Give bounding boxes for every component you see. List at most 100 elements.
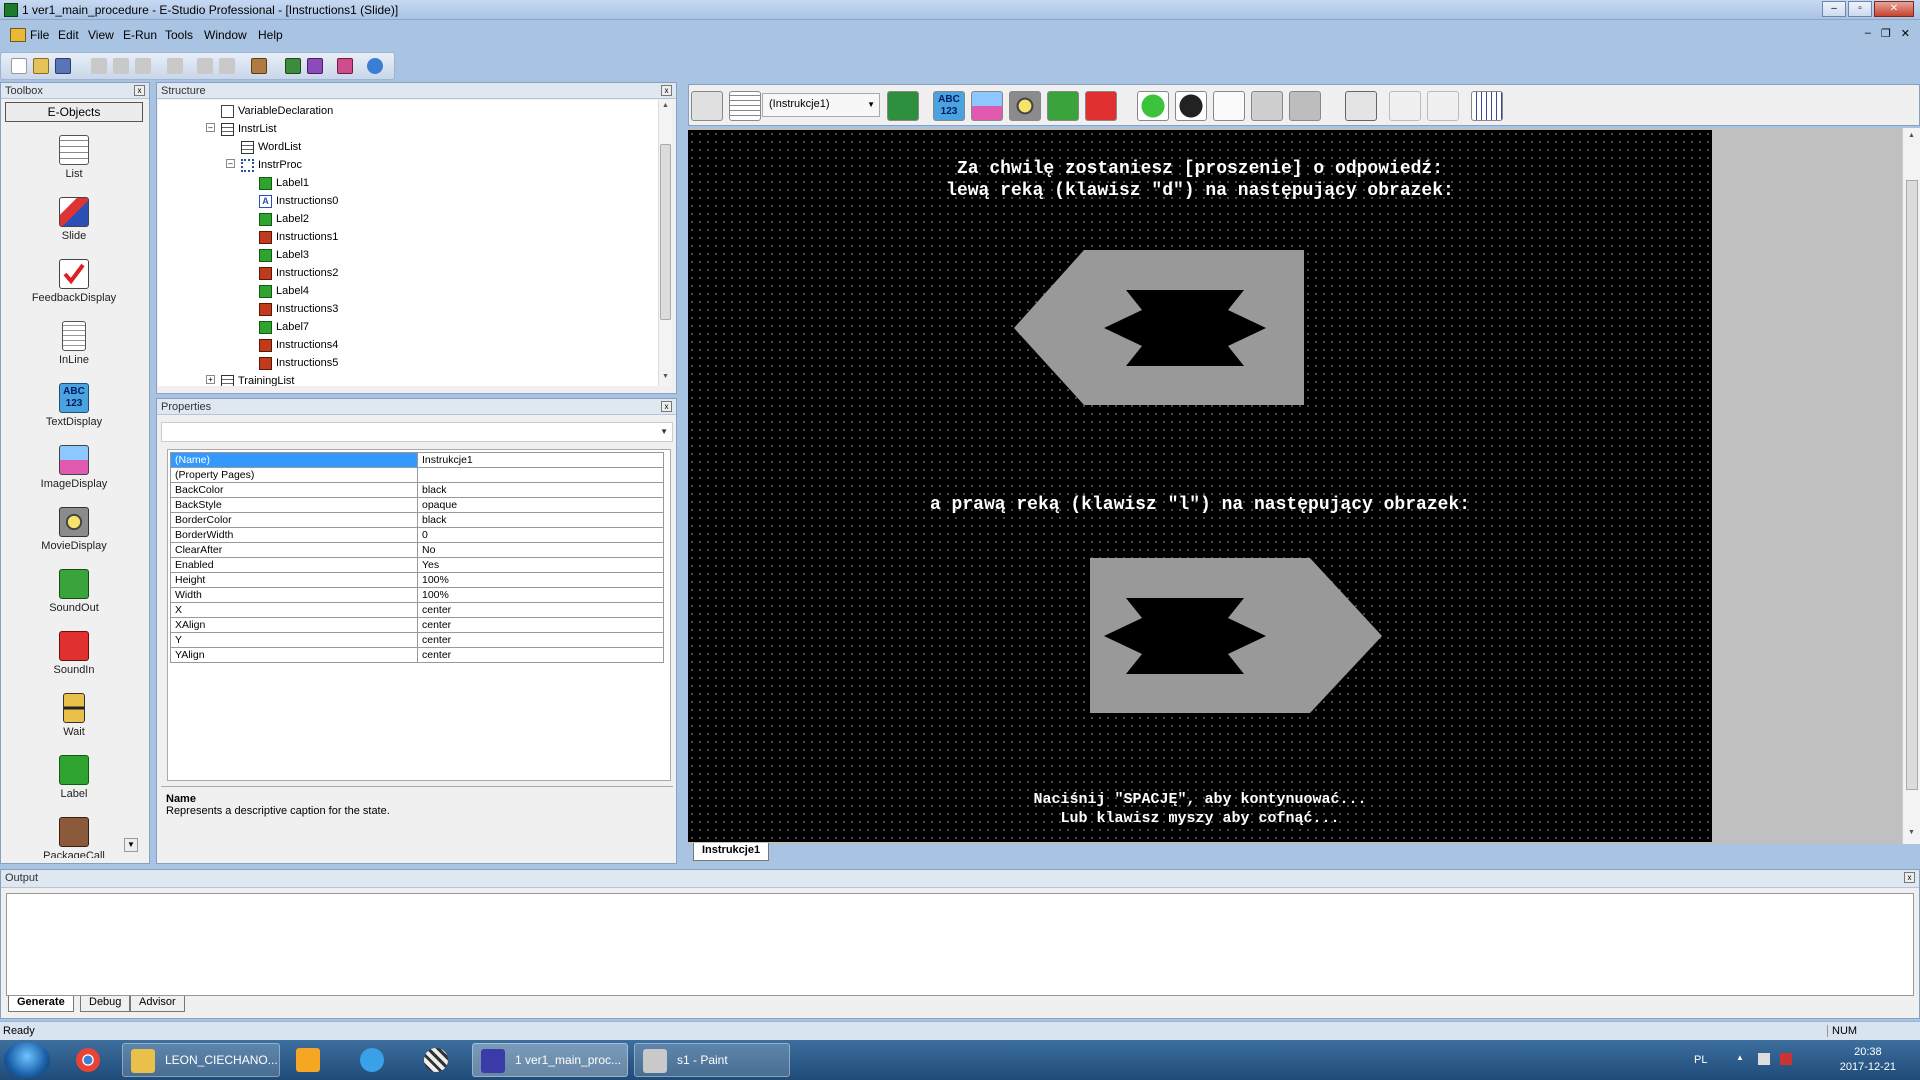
property-value[interactable]: black: [417, 512, 664, 528]
document-icon[interactable]: [10, 28, 26, 42]
image-icon[interactable]: [971, 91, 1003, 121]
scroll-thumb[interactable]: [1906, 180, 1918, 790]
property-row[interactable]: (Name) Instrukcje1: [170, 452, 664, 468]
toolbox-item-soundin[interactable]: SoundIn: [0, 631, 148, 676]
property-row[interactable]: XAlign center: [170, 617, 664, 633]
state-grid-icon[interactable]: [729, 91, 761, 121]
new-icon[interactable]: [11, 58, 27, 74]
app-taskbar-button[interactable]: [416, 1043, 460, 1077]
toolbox-close-icon[interactable]: x: [134, 85, 145, 96]
generate-icon[interactable]: [285, 58, 301, 74]
text-display-icon[interactable]: ABC 123: [933, 91, 965, 121]
sub-object-icon[interactable]: [887, 91, 919, 121]
object-select[interactable]: ▼: [161, 422, 673, 442]
menu-file[interactable]: File: [30, 28, 49, 42]
property-value[interactable]: Instrukcje1: [417, 452, 664, 468]
toolbox-item-soundout[interactable]: SoundOut: [0, 569, 148, 614]
delete-icon[interactable]: [167, 58, 183, 74]
property-value[interactable]: 0: [417, 527, 664, 543]
send-back-icon[interactable]: [1289, 91, 1321, 121]
slide-properties-icon[interactable]: [691, 91, 723, 121]
grid-icon[interactable]: [1471, 91, 1503, 121]
info-icon[interactable]: [367, 58, 383, 74]
menu-tools[interactable]: Tools: [165, 28, 193, 42]
slide-canvas[interactable]: Za chwilę zostaniesz [proszenie] o odpow…: [688, 130, 1712, 842]
run-icon[interactable]: [337, 58, 353, 74]
menu-view[interactable]: View: [88, 28, 114, 42]
taskbar-folder-leon[interactable]: LEON_CIECHANO...: [122, 1043, 280, 1077]
toolbox-item-list[interactable]: List: [0, 135, 148, 180]
tab-instrukcje1[interactable]: Instrukcje1: [693, 843, 770, 861]
expand-toggle[interactable]: +: [206, 375, 215, 384]
property-value[interactable]: center: [417, 632, 664, 648]
toolbox-item-inline[interactable]: InLine: [0, 321, 148, 366]
property-value[interactable]: 100%: [417, 587, 664, 603]
tree-item[interactable]: VariableDeclaration: [221, 103, 333, 119]
chevron-up-icon[interactable]: ▲: [1736, 1053, 1748, 1065]
toolbox-category[interactable]: E-Objects: [5, 102, 143, 122]
properties-icon[interactable]: [251, 58, 267, 74]
property-value[interactable]: [417, 467, 664, 483]
toolbox-item-moviedisplay[interactable]: MovieDisplay: [0, 507, 148, 552]
output-close-icon[interactable]: x: [1904, 872, 1915, 883]
property-value[interactable]: Yes: [417, 557, 664, 573]
tree-item[interactable]: TrainingList: [221, 373, 294, 386]
property-value[interactable]: center: [417, 617, 664, 633]
windows-start-icon[interactable]: [4, 1042, 50, 1078]
property-row[interactable]: ClearAfter No: [170, 542, 664, 558]
tab-generate[interactable]: Generate: [8, 996, 74, 1012]
tree-item[interactable]: Label4: [259, 283, 309, 299]
property-value[interactable]: 100%: [417, 572, 664, 588]
property-row[interactable]: Enabled Yes: [170, 557, 664, 573]
cut-icon[interactable]: [91, 58, 107, 74]
tree-item[interactable]: WordList: [241, 139, 301, 155]
property-row[interactable]: Height 100%: [170, 572, 664, 588]
toolbox-item-textdisplay[interactable]: ABC 123 TextDisplay: [0, 383, 148, 428]
scroll-up-icon[interactable]: ▲: [1906, 132, 1917, 143]
speaker-icon[interactable]: [1047, 91, 1079, 121]
select-pointer-icon[interactable]: [1345, 91, 1377, 121]
tree-item[interactable]: A Instructions0: [259, 193, 338, 209]
zoom-in-icon[interactable]: [1389, 91, 1421, 121]
property-value[interactable]: center: [417, 602, 664, 618]
tree-item[interactable]: Instructions1: [259, 229, 338, 245]
menu-window[interactable]: Window: [204, 28, 247, 42]
tree-item[interactable]: Label2: [259, 211, 309, 227]
scroll-thumb[interactable]: [660, 144, 671, 320]
menu-help[interactable]: Help: [258, 28, 283, 42]
slide-text-line2[interactable]: lewą reką (klawisz "d") na następujący o…: [688, 180, 1712, 202]
property-value[interactable]: black: [417, 482, 664, 498]
undo-icon[interactable]: [197, 58, 213, 74]
menu-edit[interactable]: Edit: [58, 28, 79, 42]
scroll-down-icon[interactable]: ▼: [660, 373, 671, 384]
structure-close-icon[interactable]: x: [661, 85, 672, 96]
tree-item[interactable]: Label7: [259, 319, 309, 335]
property-row[interactable]: (Property Pages): [170, 467, 664, 483]
property-row[interactable]: Xcenter: [170, 602, 664, 618]
property-row[interactable]: YAlign center: [170, 647, 664, 663]
toolbox-item-feedbackdisplay[interactable]: FeedbackDisplay: [0, 259, 148, 304]
maximize-button[interactable]: ▫: [1848, 1, 1872, 17]
toolbox-item-imagedisplay[interactable]: ImageDisplay: [0, 445, 148, 490]
toolbox-scroll-down-icon[interactable]: ▼: [124, 838, 138, 852]
left-arrow-image[interactable]: [1014, 250, 1344, 410]
right-arrow-image[interactable]: [1090, 558, 1420, 718]
tab-advisor[interactable]: Advisor: [130, 996, 185, 1012]
slide-text-line4[interactable]: Naciśnij "SPACJĘ", aby kontynuować...: [688, 790, 1712, 809]
property-value[interactable]: No: [417, 542, 664, 558]
open-icon[interactable]: [33, 58, 49, 74]
property-row[interactable]: Ycenter: [170, 632, 664, 648]
tree-item[interactable]: Label3: [259, 247, 309, 263]
add-state-icon[interactable]: [1137, 91, 1169, 121]
volume-icon[interactable]: [1758, 1053, 1770, 1065]
toolbox-item-label-object[interactable]: Label: [0, 755, 148, 800]
tree-item[interactable]: InstrList: [221, 121, 277, 137]
zoom-out-icon[interactable]: [1427, 91, 1459, 121]
scroll-down-icon[interactable]: ▼: [1906, 829, 1917, 840]
tree-item[interactable]: InstrProc: [241, 157, 302, 173]
property-value[interactable]: center: [417, 647, 664, 663]
save-icon[interactable]: [55, 58, 71, 74]
mdi-close-button[interactable]: ✕: [1901, 27, 1910, 40]
close-button[interactable]: ✕: [1874, 1, 1914, 17]
slide-text-line5[interactable]: Lub klawisz myszy aby cofnąć...: [688, 809, 1712, 828]
